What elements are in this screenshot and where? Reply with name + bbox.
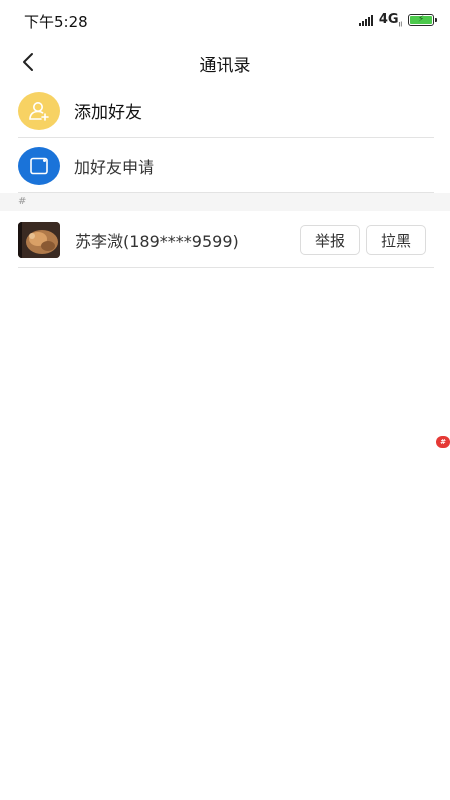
report-button[interactable]: 举报 bbox=[299, 225, 360, 255]
friend-requests-item[interactable]: 加好友申请 bbox=[18, 139, 434, 193]
contact-name: 苏李溦(189****9599) bbox=[75, 232, 239, 251]
status-bar: 下午5:28 4GIl ⚡ bbox=[0, 0, 450, 40]
signal-icon bbox=[358, 14, 373, 26]
block-button[interactable]: 拉黑 bbox=[365, 225, 426, 255]
add-friend-item[interactable]: 添加好友 bbox=[18, 84, 434, 138]
section-letter: # bbox=[18, 196, 27, 207]
status-time: 下午5:28 bbox=[24, 13, 88, 31]
add-friend-label: 添加好友 bbox=[74, 103, 142, 123]
contact-row[interactable]: 苏李溦(189****9599) 举报 拉黑 bbox=[18, 213, 434, 268]
page-title: 通讯录 bbox=[199, 56, 251, 76]
add-user-icon bbox=[18, 91, 60, 130]
avatar[interactable] bbox=[18, 222, 60, 258]
friend-requests-label: 加好友申请 bbox=[74, 157, 155, 177]
index-badge[interactable]: # bbox=[436, 436, 450, 448]
section-header: # bbox=[0, 193, 450, 211]
request-icon bbox=[18, 146, 60, 185]
status-icons: 4GIl ⚡ bbox=[358, 11, 437, 29]
network-type: 4GIl bbox=[378, 11, 402, 29]
battery-icon: ⚡ bbox=[408, 14, 437, 26]
nav-bar: 通讯录 bbox=[0, 40, 450, 84]
